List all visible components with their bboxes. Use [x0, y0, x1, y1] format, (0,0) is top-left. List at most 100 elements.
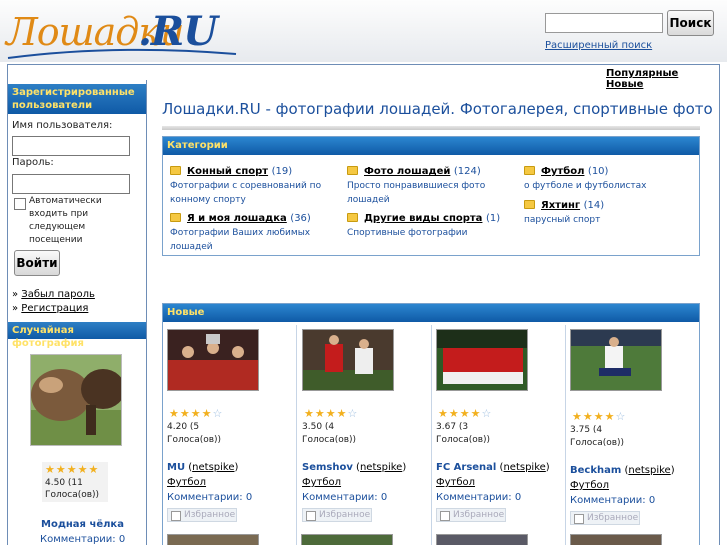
photo-rating: 3.50 (4 Голоса(ов)) [302, 421, 356, 447]
star-icon: ★ [169, 407, 179, 420]
favorite-button[interactable]: Избранное [570, 511, 640, 525]
rating-value: 3.75 (4 [570, 425, 603, 435]
star-half-icon: ★ [470, 407, 481, 420]
rating-value: 3.67 (3 [436, 422, 469, 432]
category-link[interactable]: Яхтинг [541, 200, 580, 211]
photo-title[interactable]: FC Arsenal [436, 462, 496, 473]
photo-user-link[interactable]: netspike [628, 465, 670, 476]
photo-cell: ★ ★ ★ ★ ☆ 3.67 (3 Голоса(ов)) FC Arsenal (net… [432, 325, 566, 545]
remember-checkbox[interactable] [14, 198, 26, 210]
category-description: Спортивные фотографии [347, 228, 468, 238]
random-photo-image[interactable] [30, 354, 122, 446]
category-item: Я и моя лошадка (36) Фотографии Ваших лю… [170, 211, 342, 254]
star-icon: ★ [459, 407, 470, 420]
rating-votes: Голоса(ов)) [167, 435, 222, 445]
site-logo[interactable]: Лошадки .RU [6, 6, 238, 59]
category-item: Футбол (10) о футболе и футболистах [524, 164, 696, 193]
photo-rating: 3.67 (3 Голоса(ов)) [436, 421, 490, 447]
photo-thumbnail-partial[interactable] [167, 534, 259, 545]
photo-stars: ★ ★ ★ ★ ☆ [169, 408, 222, 419]
star-icon: ★ [593, 410, 604, 423]
category-link[interactable]: Другие виды спорта [364, 213, 482, 224]
photo-title-line: FC Arsenal (netspike) [436, 462, 550, 473]
category-link[interactable]: Футбол [541, 166, 584, 177]
category-description: парусный спорт [524, 215, 601, 225]
photo-stars: ★ ★ ★ ★ ☆ [572, 411, 625, 422]
photo-title[interactable]: MU [167, 462, 185, 473]
random-photo-comments: Комментарии: 0 [40, 534, 126, 545]
category-count: (124) [453, 166, 481, 177]
photo-user-link[interactable]: netspike [360, 462, 402, 473]
category-count: (10) [587, 166, 609, 177]
photo-thumbnail[interactable] [167, 329, 259, 391]
advanced-search-link[interactable]: Расширенный поиск [545, 40, 652, 51]
search-input[interactable] [545, 13, 663, 33]
photo-stars: ★ ★ ★ ★ ☆ [304, 408, 357, 419]
star-icon: ★ [582, 410, 593, 423]
category-count: (14) [583, 200, 605, 211]
forgot-password-link[interactable]: Забыл пароль [21, 289, 95, 300]
category-link[interactable]: Я и моя лошадка [187, 213, 287, 224]
password-field[interactable] [12, 174, 130, 194]
login-button[interactable]: Войти [14, 250, 60, 276]
rating-votes: Голоса(ов)) [570, 438, 625, 448]
favorite-button[interactable]: Избранное [167, 508, 237, 522]
photo-category-link[interactable]: Футбол [167, 477, 206, 488]
logo-swoosh-icon [7, 48, 237, 59]
photo-thumbnail-partial[interactable] [436, 534, 528, 545]
register-link[interactable]: Регистрация [21, 303, 88, 314]
random-photo-title[interactable]: Модная чёлка [41, 519, 124, 530]
photo-thumbnail-partial[interactable] [301, 534, 393, 545]
star-empty-icon: ☆ [212, 407, 223, 420]
photo-title[interactable]: Semshov [302, 462, 353, 473]
folder-icon [170, 166, 181, 175]
category-item: Конный спорт (19) Фотографии с соревнова… [170, 164, 342, 207]
photo-user-link[interactable]: netspike [192, 462, 234, 473]
photo-comments: Комментарии: 0 [167, 492, 253, 503]
search-button[interactable]: Поиск [667, 10, 714, 36]
username-label: Имя пользователя: [12, 120, 113, 131]
photo-category-link[interactable]: Футбол [302, 477, 341, 488]
photo-thumbnail[interactable] [436, 329, 528, 391]
popular-link[interactable]: Популярные [606, 68, 678, 79]
register-item: » Регистрация [12, 303, 89, 314]
favorite-button[interactable]: Избранное [302, 508, 372, 522]
star-icon: ★ [66, 463, 77, 476]
star-icon: ★ [55, 463, 66, 476]
photo-stars: ★ ★ ★ ★ ☆ [438, 408, 491, 419]
photo-rating: 3.75 (4 Голоса(ов)) [570, 424, 624, 450]
star-icon: ★ [448, 407, 459, 420]
photo-thumbnail[interactable] [570, 329, 662, 391]
star-icon: ★ [304, 407, 314, 420]
star-empty-icon: ☆ [481, 407, 492, 420]
photo-comments: Комментарии: 0 [302, 492, 388, 503]
random-photo-heading: Случайная фотография [8, 322, 146, 349]
category-item: Другие виды спорта (1) Спортивные фотогр… [347, 211, 519, 240]
photo-thumbnail[interactable] [302, 329, 394, 391]
star-icon: ★ [325, 407, 336, 420]
category-link[interactable]: Конный спорт [187, 166, 268, 177]
photo-user-link[interactable]: netspike [503, 462, 545, 473]
photo-thumbnail-partial[interactable] [570, 534, 662, 545]
rating-votes: Голоса(ов)) [436, 435, 491, 445]
category-count: (19) [271, 166, 293, 177]
photo-title[interactable]: Beckham [570, 465, 621, 476]
rating-value: 4.20 (5 [167, 422, 200, 432]
photo-category-link[interactable]: Футбол [436, 477, 475, 488]
new-link[interactable]: Новые [606, 79, 643, 90]
sidebar-divider [146, 80, 147, 545]
category-item: Яхтинг (14) парусный спорт [524, 198, 696, 227]
photo-category-link[interactable]: Футбол [570, 480, 609, 491]
remember-label: Автоматически входить при следующем посе… [29, 196, 102, 245]
category-link[interactable]: Фото лошадей [364, 166, 450, 177]
password-label: Пароль: [12, 157, 54, 168]
username-field[interactable] [12, 136, 130, 156]
new-photos-heading: Новые [163, 304, 699, 322]
category-item: Фото лошадей (124) Просто понравившиеся … [347, 164, 519, 207]
favorite-button[interactable]: Избранное [436, 508, 506, 522]
star-half-icon: ★ [336, 407, 347, 420]
random-rating-votes: Голоса(ов)) [45, 490, 100, 500]
folder-icon [524, 200, 535, 209]
star-icon: ★ [572, 410, 582, 423]
star-empty-icon: ☆ [347, 407, 358, 420]
